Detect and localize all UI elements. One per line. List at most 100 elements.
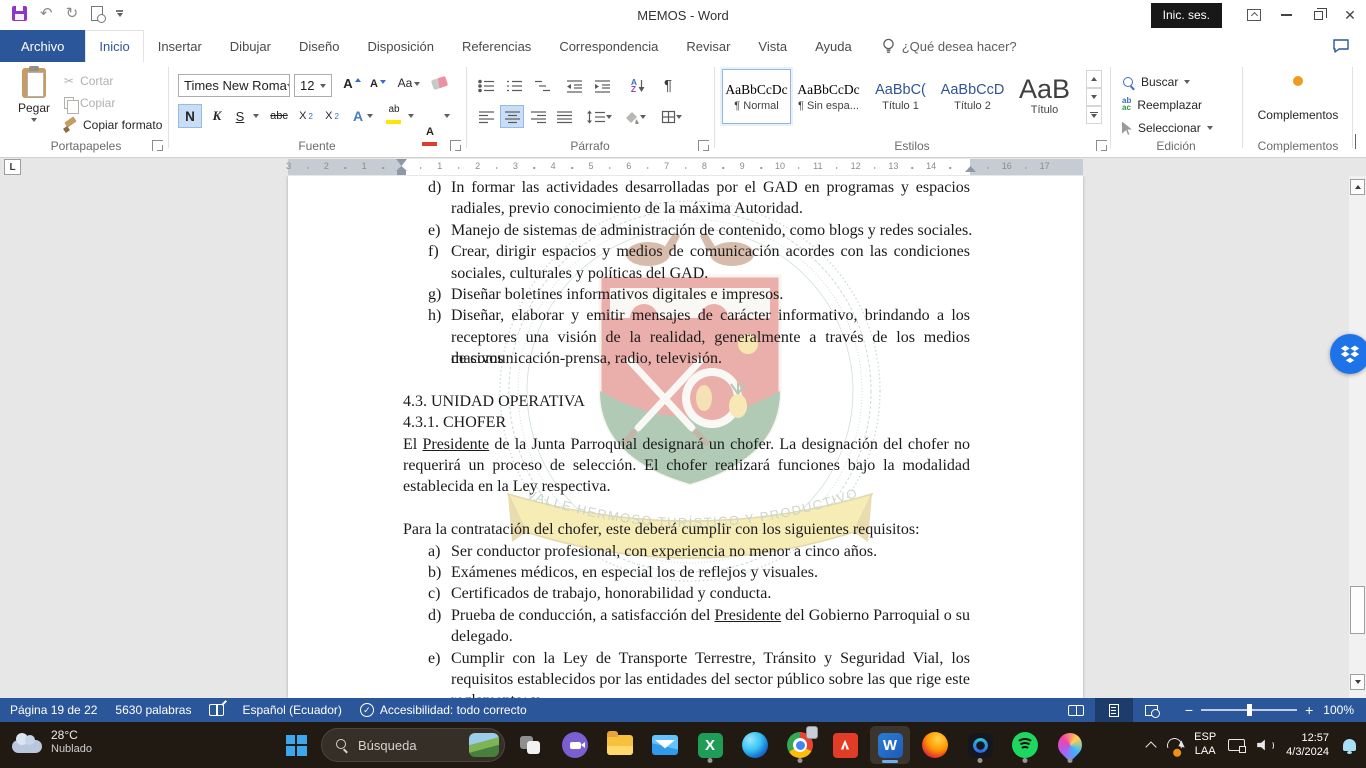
- addins-button[interactable]: Complementos: [1248, 76, 1348, 122]
- keyboard-language[interactable]: ESPLAA: [1194, 731, 1216, 759]
- font-family-combo[interactable]: Times New Roma: [178, 74, 290, 97]
- document-line[interactable]: El Presidente de la Junta Parroquial des…: [288, 434, 1083, 455]
- document-line[interactable]: d)Prueba de conducción, a satisfacción d…: [288, 605, 1083, 626]
- paragraph-dialog-launcher[interactable]: [698, 140, 709, 151]
- webex-app-button[interactable]: [960, 726, 1000, 764]
- align-left-button[interactable]: [474, 105, 498, 128]
- network-icon[interactable]: [1228, 739, 1245, 751]
- zoom-percentage[interactable]: 100%: [1323, 703, 1354, 717]
- tab-ayuda[interactable]: Ayuda: [801, 30, 866, 62]
- clock[interactable]: 12:574/3/2024: [1286, 731, 1329, 760]
- copy-button[interactable]: Copiar: [64, 92, 162, 114]
- document-line[interactable]: g)Diseñar boletines informativos digital…: [288, 284, 1083, 305]
- grow-font-button[interactable]: A: [340, 74, 364, 97]
- volume-icon[interactable]: [1257, 739, 1274, 751]
- format-painter-button[interactable]: Copiar formato: [64, 114, 162, 136]
- subscript-button[interactable]: X2: [294, 104, 318, 128]
- paste-button[interactable]: Pegar: [8, 68, 60, 138]
- clear-formatting-button[interactable]: [432, 76, 447, 99]
- minimize-button[interactable]: [1270, 0, 1302, 30]
- tab-correspondencia[interactable]: Correspondencia: [545, 30, 672, 62]
- style-card[interactable]: AaBbC(Título 1: [866, 69, 935, 124]
- text-effects-button[interactable]: A: [352, 104, 374, 128]
- collapse-ribbon-button[interactable]: [1355, 135, 1356, 149]
- highlight-dropdown[interactable]: [405, 104, 417, 128]
- empty-line[interactable]: [288, 370, 1083, 391]
- document-line[interactable]: reglamento; y: [288, 690, 1083, 698]
- print-preview-icon[interactable]: [91, 6, 103, 21]
- zoom-slider-thumb[interactable]: [1247, 704, 1252, 716]
- bullets-button[interactable]: [474, 74, 498, 97]
- document-line[interactable]: h)Diseñar, elaborar y emitir mensajes de…: [288, 305, 1083, 326]
- vertical-scrollbar[interactable]: [1349, 176, 1366, 698]
- start-button[interactable]: [276, 726, 316, 764]
- shrink-font-button[interactable]: A: [366, 74, 390, 97]
- decrease-indent-button[interactable]: [562, 74, 586, 97]
- hidden-icons-chevron[interactable]: [1145, 741, 1156, 752]
- zoom-slider[interactable]: [1201, 709, 1297, 711]
- bold-button[interactable]: N: [178, 104, 202, 128]
- proofing-status[interactable]: [209, 704, 224, 716]
- tab-revisar[interactable]: Revisar: [672, 30, 744, 62]
- underline-dropdown[interactable]: [250, 104, 262, 128]
- document-line[interactable]: radiales, previo conocimiento de la máxi…: [288, 198, 1083, 219]
- scrollbar-thumb[interactable]: [1350, 586, 1365, 634]
- document-line[interactable]: requerirá un proceso de selección. El ch…: [288, 455, 1083, 476]
- numbering-button[interactable]: [502, 74, 526, 97]
- tab-vista[interactable]: Vista: [744, 30, 801, 62]
- show-marks-button[interactable]: ¶: [656, 74, 680, 97]
- ribbon-display-options-button[interactable]: [1238, 0, 1270, 30]
- customize-qat-icon[interactable]: [116, 10, 123, 16]
- spotify-app-button[interactable]: [1005, 726, 1045, 764]
- align-right-button[interactable]: [526, 105, 550, 128]
- document-line[interactable]: c)Certificados de trabajo, honorabilidad…: [288, 583, 1083, 604]
- search-highlight-thumbnail[interactable]: [469, 733, 499, 757]
- align-center-button[interactable]: [500, 105, 524, 128]
- replace-button[interactable]: abacReemplazar: [1122, 95, 1202, 115]
- document-line[interactable]: a)Ser conductor profesional, con experie…: [288, 541, 1083, 562]
- mail-app-button[interactable]: [645, 726, 685, 764]
- document-line[interactable]: e)Manejo de sistemas de administración d…: [288, 220, 1083, 241]
- undo-icon[interactable]: ↶: [40, 6, 53, 21]
- document-line[interactable]: d)In formar las actividades desarrollada…: [288, 177, 1083, 198]
- document-line[interactable]: Para la contratación del chofer, este de…: [288, 519, 1083, 540]
- borders-button[interactable]: [656, 105, 686, 128]
- style-card[interactable]: AaBbCcDc¶ Sin espa...: [794, 69, 863, 124]
- language-indicator[interactable]: Español (Ecuador): [242, 703, 341, 717]
- styles-scroll-up-button[interactable]: [1086, 70, 1102, 88]
- comments-icon[interactable]: [1332, 38, 1350, 54]
- tab-dibujar[interactable]: Dibujar: [216, 30, 285, 62]
- sort-button[interactable]: AZ: [624, 74, 652, 97]
- multilevel-list-button[interactable]: [530, 74, 554, 97]
- document-line[interactable]: de comunicación-prensa, radio, televisió…: [288, 348, 1083, 369]
- select-button[interactable]: Seleccionar: [1122, 118, 1213, 138]
- font-size-combo[interactable]: 12: [294, 74, 332, 97]
- cut-button[interactable]: ✂Cortar: [64, 70, 162, 92]
- empty-line[interactable]: [288, 498, 1083, 519]
- redo-icon[interactable]: ↻: [66, 6, 79, 21]
- change-case-button[interactable]: Aa: [394, 74, 424, 97]
- tab-inicio[interactable]: Inicio: [85, 30, 143, 62]
- sign-in-button[interactable]: Inic. ses.: [1151, 3, 1222, 28]
- zoom-in-button[interactable]: +: [1305, 703, 1313, 717]
- document-page[interactable]: VALLE HERMOSO TURÍSTICO Y PRODUCTIVO d)I…: [288, 176, 1083, 698]
- tab-archivo[interactable]: Archivo: [0, 30, 85, 62]
- style-card[interactable]: AaBbCcDc¶ Normal: [722, 69, 791, 124]
- highlight-button[interactable]: ab: [384, 104, 404, 126]
- search-box[interactable]: Búsqueda: [321, 728, 505, 762]
- read-mode-button[interactable]: [1057, 698, 1095, 722]
- excel-app-button[interactable]: X: [690, 726, 730, 764]
- notifications-bell-icon[interactable]: [1343, 739, 1356, 751]
- tell-me-box[interactable]: ¿Qué desea hacer?: [882, 30, 1017, 62]
- firefox-app-button[interactable]: [915, 726, 955, 764]
- document-line[interactable]: sociales, culturales y políticas del GAD…: [288, 263, 1083, 284]
- style-card[interactable]: AaBTítulo: [1010, 69, 1079, 124]
- accessibility-status[interactable]: ✓Accesibilidad: todo correcto: [360, 703, 527, 717]
- task-view-button[interactable]: [510, 726, 550, 764]
- sync-status-icon[interactable]: [1165, 735, 1185, 755]
- document-line[interactable]: f)Crear, dirigir espacios y medios de co…: [288, 241, 1083, 262]
- find-button[interactable]: Buscar: [1122, 72, 1190, 92]
- style-card[interactable]: AaBbCcDTítulo 2: [938, 69, 1007, 124]
- justify-button[interactable]: [552, 105, 576, 128]
- paint-app-button[interactable]: [1050, 726, 1090, 764]
